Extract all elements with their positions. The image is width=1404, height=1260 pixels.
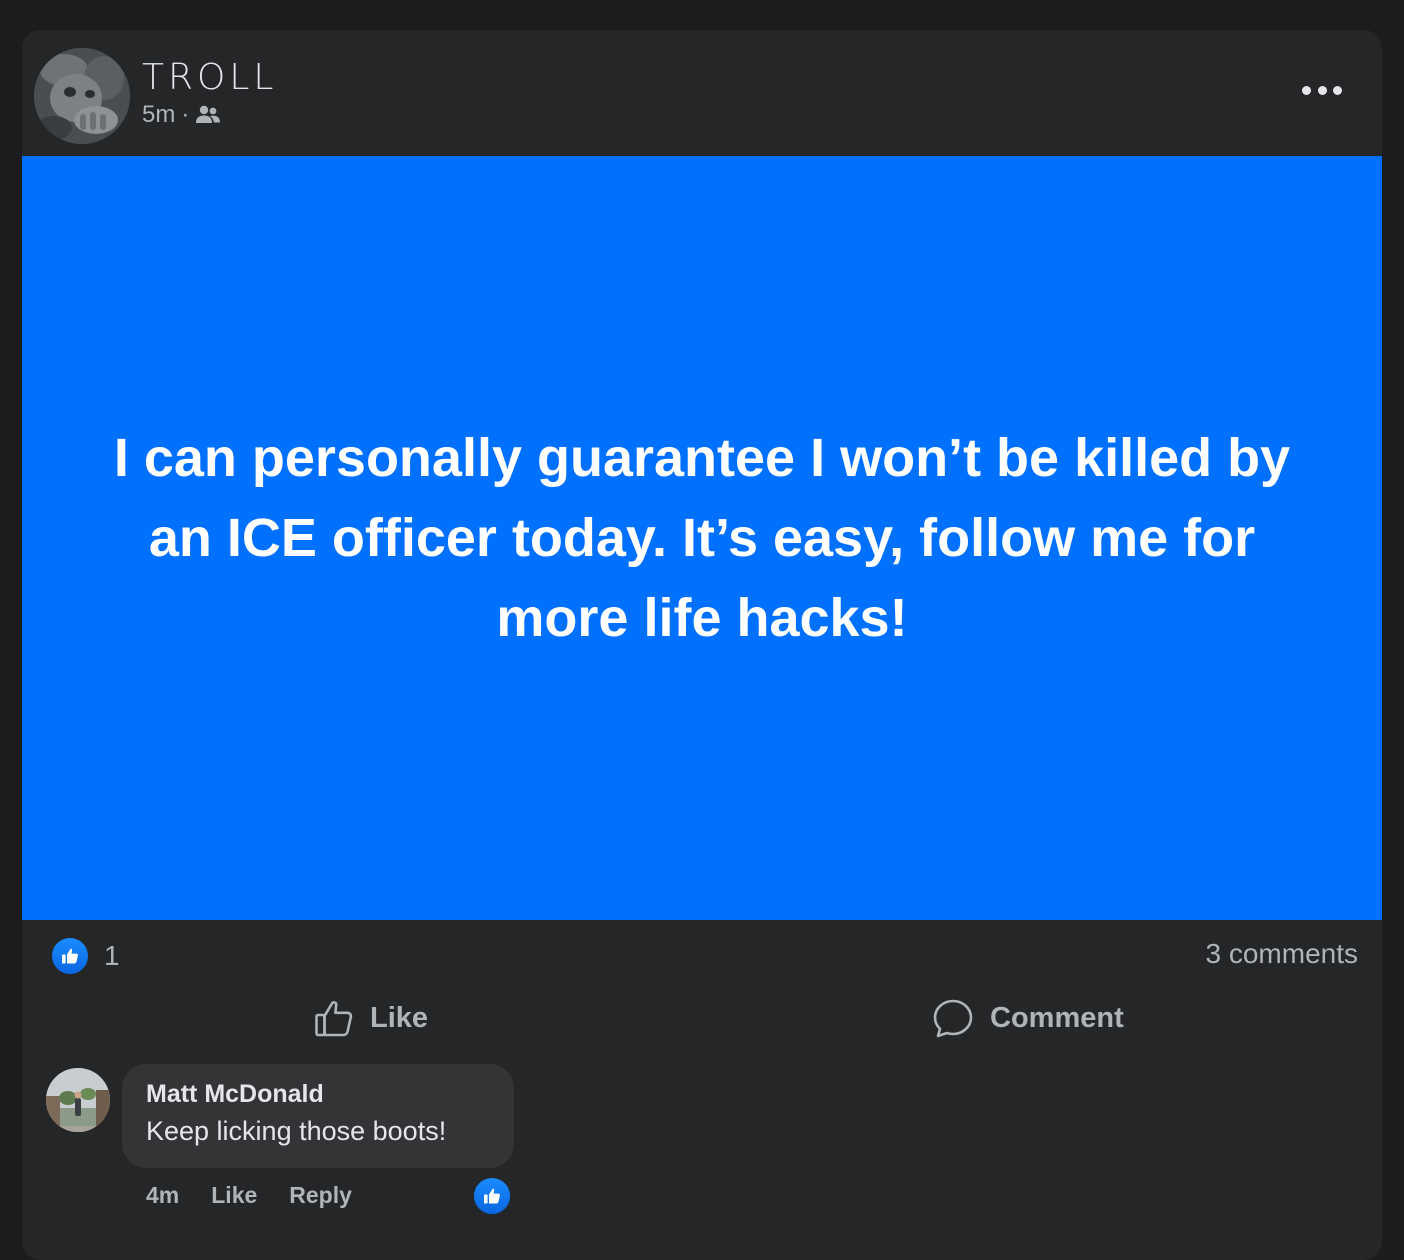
commenter-avatar[interactable] xyxy=(46,1068,110,1132)
comment-author[interactable]: Matt McDonald xyxy=(146,1080,324,1109)
commenter-avatar-image xyxy=(46,1068,110,1132)
comment-time[interactable]: 4m xyxy=(146,1182,179,1209)
thumbs-up-icon xyxy=(315,1001,353,1037)
comments-count[interactable]: 3 comments xyxy=(1206,938,1359,970)
like-button[interactable]: Like xyxy=(314,996,428,1040)
post-author-name[interactable]: TROLL xyxy=(142,58,277,98)
post-text: I can personally guarantee I won’t be ki… xyxy=(113,428,1291,648)
meta-separator: · xyxy=(181,101,190,128)
post-card: TROLL 5m · I can personally guarantee I … xyxy=(22,30,1382,1260)
comment-like-button[interactable]: Like xyxy=(211,1182,257,1209)
more-options-icon[interactable] xyxy=(1302,80,1342,100)
comment-text: Keep licking those boots! xyxy=(146,1116,447,1146)
post-text-banner: I can personally guarantee I won’t be ki… xyxy=(22,156,1382,920)
friends-icon xyxy=(195,104,221,126)
more-dot xyxy=(1302,85,1311,95)
reaction-summary[interactable]: 1 xyxy=(50,936,120,976)
more-dot xyxy=(1333,85,1342,95)
more-dot xyxy=(1317,85,1327,95)
troll-statue-avatar-image xyxy=(34,48,130,144)
comment-bubble-icon xyxy=(933,999,973,1038)
comment-actions: 4m Like Reply xyxy=(146,1182,352,1209)
like-button-label: Like xyxy=(370,1001,429,1034)
reaction-count: 1 xyxy=(104,940,120,971)
post-time[interactable]: 5m xyxy=(142,100,175,130)
comment-button-label: Comment xyxy=(990,1001,1124,1034)
comment-reply-button[interactable]: Reply xyxy=(289,1182,352,1209)
comment-like-reaction-icon[interactable] xyxy=(472,1176,512,1216)
post-meta: 5m · xyxy=(142,100,221,130)
author-avatar[interactable] xyxy=(34,48,130,144)
comment-button[interactable]: Comment xyxy=(932,996,1124,1040)
comment-bubble: Matt McDonald Keep licking those boots! xyxy=(122,1064,514,1168)
like-reaction-icon xyxy=(50,936,90,976)
